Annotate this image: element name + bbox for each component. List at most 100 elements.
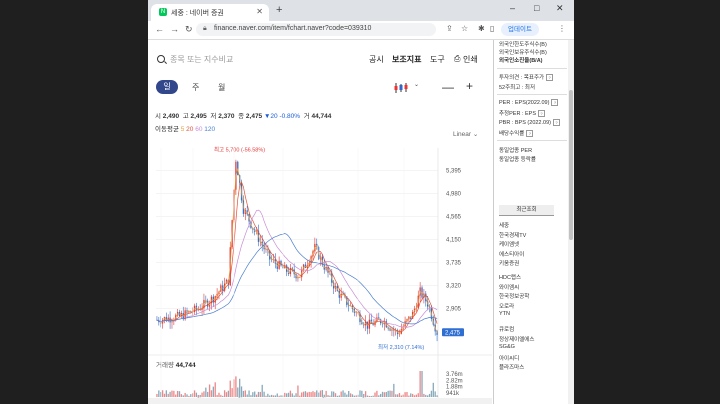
reload-icon[interactable]: ↻ <box>185 24 193 35</box>
volume-bar <box>432 382 434 397</box>
help-icon[interactable]: ? <box>546 74 554 81</box>
recent-item[interactable]: 케이엠넷 <box>499 240 519 248</box>
bookmark-star-icon[interactable]: ☆ <box>461 24 468 33</box>
volume-bar <box>278 395 280 397</box>
volume-bar <box>261 384 263 397</box>
close-tab-icon[interactable]: ✕ <box>256 7 263 16</box>
notice-button[interactable]: 공시 <box>369 54 384 65</box>
recent-item[interactable]: SG&G <box>499 344 515 350</box>
recent-item[interactable]: 플라즈마스 <box>499 363 524 371</box>
horizontal-scrollbar[interactable] <box>148 398 492 404</box>
last-price-label: 2,475 <box>445 330 461 336</box>
indicators-button[interactable]: 보조지표 <box>392 54 421 65</box>
help-icon[interactable]: ? <box>538 110 546 117</box>
ma-20[interactable]: 20 <box>186 126 193 133</box>
price-chart[interactable]: 5,395 4,980 4,565 4,150 3,735 3,320 2,905 최고 5,… <box>148 140 492 404</box>
recent-item[interactable]: 와이엠씨 <box>499 283 519 291</box>
maximize-icon[interactable]: □ <box>534 3 539 13</box>
volume-bar <box>348 390 350 397</box>
more-menu-icon[interactable]: ⋮ <box>558 24 566 33</box>
recent-item[interactable]: 큐로컴 <box>499 325 514 333</box>
volume-bar <box>182 395 184 397</box>
sidebar-top-item: 외국인보유주식수(B) <box>499 50 547 56</box>
divider <box>497 140 567 141</box>
recent-item[interactable]: 키움증권 <box>499 259 519 267</box>
help-icon[interactable]: ? <box>551 99 559 106</box>
volume-bar <box>163 393 166 397</box>
chart-svg[interactable]: 5,395 4,980 4,565 4,150 3,735 3,320 2,905 최고 5,… <box>148 140 492 404</box>
ma-label: 이동평균 <box>155 126 179 133</box>
volume-bar <box>368 395 371 397</box>
volume-bar <box>378 395 380 397</box>
help-icon[interactable]: ? <box>526 130 534 137</box>
volume-bar <box>167 393 169 397</box>
close-window-icon[interactable]: ✕ <box>556 3 564 14</box>
ma-120[interactable]: 120 <box>204 126 215 133</box>
volume-bar <box>259 391 261 397</box>
period-day-tab[interactable]: 일 <box>156 80 178 94</box>
recent-item[interactable]: YTN <box>499 311 510 317</box>
recent-views-tab[interactable]: 최근조회 <box>499 205 554 216</box>
recent-item[interactable]: 한국경제TV <box>499 231 526 239</box>
candlestick-type-icon[interactable] <box>394 83 408 93</box>
volume-bar <box>186 394 188 397</box>
ratio-label: PER : EPS(2022.09) <box>499 100 550 106</box>
recent-item[interactable]: 정상제이엘에스 <box>499 335 534 343</box>
browser-tab[interactable]: N 세중 : 네이버 증권 ✕ <box>151 4 269 21</box>
recent-item[interactable]: 오로라 <box>499 302 514 310</box>
recent-item[interactable]: 한국정보공학 <box>499 292 529 300</box>
sidebar-scrollbar[interactable] <box>568 40 574 404</box>
forward-icon[interactable]: → <box>170 24 179 34</box>
volume-bar <box>396 394 399 397</box>
tools-button[interactable]: 도구 <box>430 54 445 65</box>
search-icon[interactable] <box>157 55 165 63</box>
recent-item[interactable]: HDC랩스 <box>499 273 521 281</box>
volume-bar <box>193 390 196 397</box>
moving-average-legend: 이동평균 5 20 60 120 <box>155 123 215 133</box>
scale-selector[interactable]: Linear ⌄ <box>453 130 478 138</box>
chart-toolbar: 종목 또는 지수비교 공시 보조지표 도구 ⎙ 인쇄 <box>148 50 492 70</box>
recent-item[interactable]: 에스티아이 <box>499 250 524 258</box>
help-icon[interactable]: ? <box>552 119 560 126</box>
volume-bar <box>180 394 183 397</box>
sidepanel-icon[interactable]: ▯ <box>490 24 494 33</box>
address-bar[interactable]: 🔒︎ finance.naver.com/item/fchart.naver?c… <box>196 23 436 36</box>
volume-bar <box>250 395 252 397</box>
volume-bar <box>293 395 295 397</box>
volume-bar <box>344 392 346 397</box>
print-icon[interactable]: ⎙ <box>454 54 460 64</box>
zoom-in-icon[interactable]: + <box>466 79 473 93</box>
recent-item[interactable]: 아이씨디 <box>499 354 519 362</box>
volume-tick-label: 1.88m <box>446 385 463 391</box>
volume-bar <box>171 390 173 397</box>
ma-60[interactable]: 60 <box>195 126 202 133</box>
new-tab-icon[interactable]: + <box>276 4 282 16</box>
scroll-thumb[interactable] <box>569 90 573 240</box>
print-button[interactable]: 인쇄 <box>463 54 478 65</box>
volume-bar <box>231 388 233 397</box>
volume-bar <box>425 394 427 397</box>
volume-bar <box>406 391 408 397</box>
period-week-tab[interactable]: 주 <box>192 82 199 93</box>
share-icon[interactable]: ⇪ <box>446 24 453 33</box>
volume-bar <box>197 394 199 397</box>
sidebar-ratio-item: PBR : BPS (2022.09)? <box>499 119 560 126</box>
extensions-icon[interactable]: ✱ <box>478 24 485 33</box>
minimize-icon[interactable]: – <box>510 3 515 13</box>
volume-bars <box>156 371 438 397</box>
period-month-tab[interactable]: 월 <box>218 82 225 93</box>
back-icon[interactable]: ← <box>155 24 164 34</box>
ma-5[interactable]: 5 <box>181 126 185 133</box>
update-button[interactable]: 업데이트 <box>501 23 539 36</box>
volume-bar <box>199 394 201 397</box>
volume-bar <box>413 395 416 397</box>
volume-bar <box>342 390 344 397</box>
volume-bar <box>423 393 425 397</box>
naver-favicon-icon: N <box>159 8 167 16</box>
compare-search-input[interactable]: 종목 또는 지수비교 <box>170 54 233 65</box>
low-label: 저 <box>210 113 217 120</box>
zoom-out-icon[interactable]: — <box>442 80 454 94</box>
recent-item[interactable]: 세중 <box>499 221 509 229</box>
chevron-down-icon[interactable]: ⌄ <box>414 81 419 88</box>
volume-bar <box>286 393 288 397</box>
